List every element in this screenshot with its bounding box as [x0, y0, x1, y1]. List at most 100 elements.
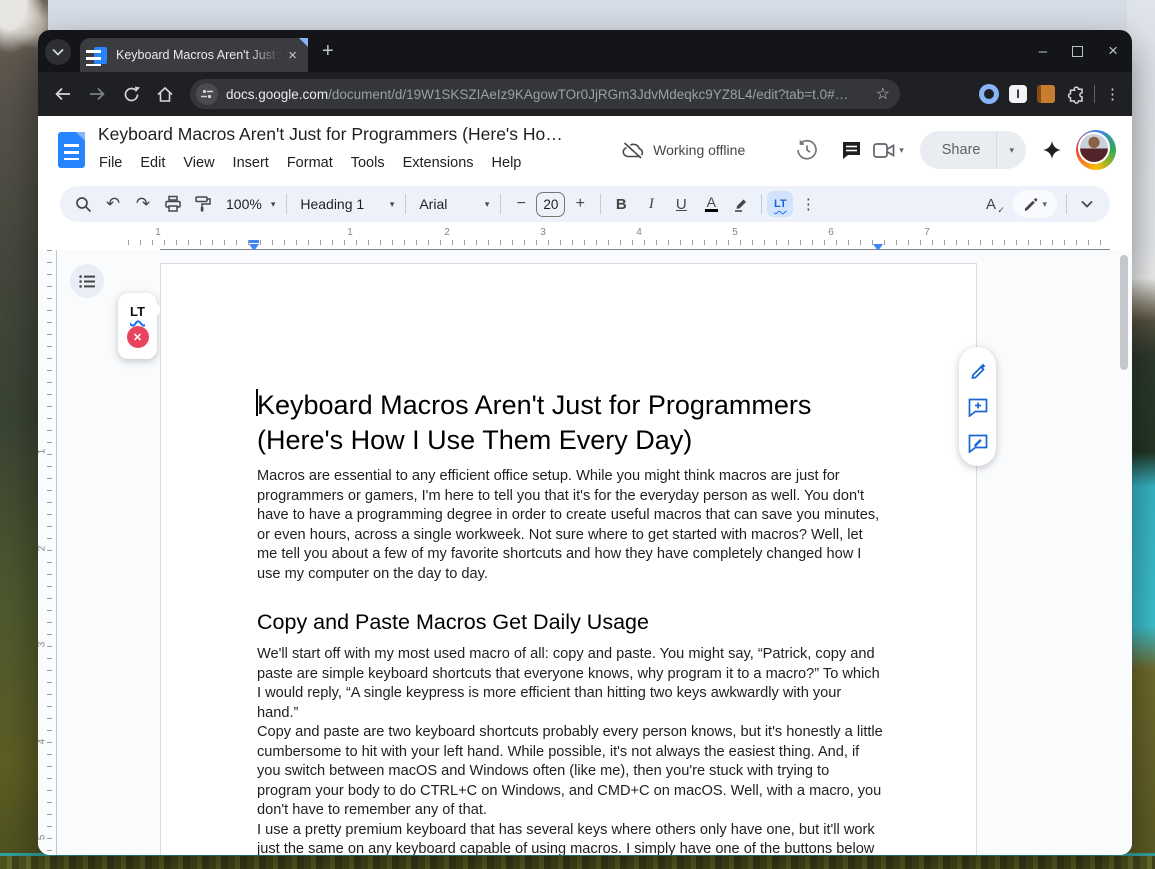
- chevron-down-icon: [1081, 200, 1093, 208]
- comment-icon: [841, 140, 862, 160]
- desktop: { "colors":{"accent_blue":"#1a73e8","doc…: [0, 0, 1155, 869]
- menu-file[interactable]: File: [90, 152, 131, 174]
- undo-button[interactable]: ↶: [98, 189, 128, 219]
- zoom-select[interactable]: 100% ▾: [218, 189, 281, 219]
- font-select[interactable]: Arial ▾: [411, 189, 495, 219]
- omnibox[interactable]: docs.google.com/document/d/19W1SKSZIAeIz…: [190, 79, 900, 109]
- editing-mode-button[interactable]: ▾: [1013, 190, 1057, 218]
- share-caret-icon[interactable]: ▾: [997, 145, 1026, 156]
- extensions-puzzle-icon[interactable]: [1065, 85, 1084, 104]
- toolbar-separator: [600, 194, 601, 214]
- document-paragraph[interactable]: We'll start off with my most used macro …: [257, 645, 884, 723]
- underline-button[interactable]: U: [666, 189, 696, 219]
- font-value: Arial: [417, 196, 449, 212]
- ruler-number: 5: [732, 227, 738, 238]
- ruler-number: 3: [540, 227, 546, 238]
- browser-tab[interactable]: Keyboard Macros Aren't Just fo ×: [80, 38, 308, 72]
- minimize-button[interactable]: –: [1039, 43, 1047, 60]
- tab-search-button[interactable]: [45, 39, 71, 65]
- version-history-button[interactable]: [785, 139, 829, 161]
- toolbar-separator: [500, 194, 501, 214]
- maximize-button[interactable]: [1072, 46, 1083, 57]
- more-tools-button[interactable]: ⋮: [793, 189, 823, 219]
- window-controls: – ×: [1039, 30, 1118, 72]
- suggest-edits-icon[interactable]: [968, 434, 988, 453]
- caret-down-icon[interactable]: ▾: [899, 145, 904, 156]
- show-outline-button[interactable]: [70, 264, 104, 298]
- spelling-check-button[interactable]: A✓: [979, 189, 1009, 219]
- highlighter-icon: [732, 195, 750, 213]
- address-bar: docs.google.com/document/d/19W1SKSZIAeIz…: [38, 72, 1132, 116]
- vertical-scrollbar-thumb[interactable]: [1120, 255, 1128, 370]
- reload-button[interactable]: [114, 86, 148, 103]
- password-manager-extension-icon[interactable]: [979, 84, 999, 104]
- horizontal-ruler: 1 1 2 3 4 5 6 7: [38, 226, 1132, 250]
- site-info-button[interactable]: [196, 83, 218, 105]
- zoom-value: 100%: [224, 196, 264, 212]
- paint-roller-icon: [194, 195, 212, 213]
- notebook-extension-icon[interactable]: [1037, 85, 1055, 103]
- forward-button[interactable]: [80, 87, 114, 101]
- account-avatar[interactable]: [1076, 130, 1116, 170]
- menu-view[interactable]: View: [174, 152, 223, 174]
- document-heading-1[interactable]: Keyboard Macros Aren't Just for Programm…: [257, 388, 884, 458]
- add-comment-icon[interactable]: [968, 398, 988, 417]
- document-page[interactable]: Keyboard Macros Aren't Just for Programm…: [160, 263, 977, 855]
- menu-help[interactable]: Help: [483, 152, 531, 174]
- document-heading-2[interactable]: Copy and Paste Macros Get Daily Usage: [257, 608, 884, 636]
- redo-button[interactable]: ↷: [128, 189, 158, 219]
- back-button[interactable]: [46, 87, 80, 101]
- print-button[interactable]: [158, 189, 188, 219]
- text-color-button[interactable]: A: [696, 189, 726, 219]
- document-paragraph[interactable]: Copy and paste are two keyboard shortcut…: [257, 723, 884, 821]
- share-button[interactable]: Share ▾: [920, 131, 1026, 169]
- caret-down-icon: ▾: [390, 199, 395, 210]
- menu-edit[interactable]: Edit: [131, 152, 174, 174]
- document-paragraph[interactable]: I use a pretty premium keyboard that has…: [257, 821, 884, 856]
- languagetool-toolbar-button[interactable]: LT: [767, 191, 793, 217]
- docs-logo[interactable]: [58, 132, 85, 168]
- comment-history-button[interactable]: [829, 140, 873, 160]
- search-menus-button[interactable]: [68, 189, 98, 219]
- url-text[interactable]: docs.google.com/document/d/19W1SKSZIAeIz…: [226, 87, 870, 102]
- hide-menus-button[interactable]: [1072, 189, 1102, 219]
- languagetool-widget[interactable]: LT ✕: [118, 293, 157, 359]
- new-tab-button[interactable]: +: [322, 43, 334, 60]
- browser-menu-icon[interactable]: ⋮: [1105, 85, 1120, 103]
- chevron-down-icon: [52, 48, 64, 56]
- menu-format[interactable]: Format: [278, 152, 342, 174]
- paragraph-styles-select[interactable]: Heading 1 ▾: [292, 189, 400, 219]
- bookmark-star-icon[interactable]: ☆: [876, 84, 890, 104]
- ruler-number: 2: [444, 227, 450, 238]
- document-paragraph[interactable]: Macros are essential to any efficient of…: [257, 467, 884, 584]
- tab-close-icon[interactable]: ×: [285, 48, 300, 63]
- bold-button[interactable]: B: [606, 189, 636, 219]
- decrease-font-size-button[interactable]: −: [506, 189, 536, 219]
- toolbar-separator: [761, 194, 762, 214]
- search-icon: [75, 196, 92, 213]
- menu-tools[interactable]: Tools: [342, 152, 394, 174]
- menu-insert[interactable]: Insert: [224, 152, 278, 174]
- menu-extensions[interactable]: Extensions: [394, 152, 483, 174]
- italic-button[interactable]: I: [636, 189, 666, 219]
- languagetool-error-badge[interactable]: ✕: [127, 326, 149, 348]
- ruler-number: 1: [38, 449, 47, 455]
- spellcheck-icon: A✓: [986, 196, 1003, 213]
- ruler-number: 4: [38, 739, 47, 745]
- paint-format-button[interactable]: [188, 189, 218, 219]
- increase-font-size-button[interactable]: +: [565, 189, 595, 219]
- close-button[interactable]: ×: [1108, 41, 1118, 61]
- document-text[interactable]: Keyboard Macros Aren't Just for Programm…: [257, 388, 884, 855]
- document-title[interactable]: Keyboard Macros Aren't Just for Programm…: [98, 124, 563, 145]
- gemini-button[interactable]: [1042, 140, 1062, 160]
- home-icon: [156, 86, 174, 103]
- home-button[interactable]: [148, 86, 182, 103]
- join-call-button[interactable]: ▾: [873, 143, 904, 158]
- i-extension-icon[interactable]: I: [1009, 85, 1027, 103]
- font-size-input[interactable]: 20: [536, 192, 565, 217]
- page-action-pill: [959, 347, 996, 466]
- browser-window: Keyboard Macros Aren't Just fo × + – × d…: [38, 30, 1132, 855]
- help-me-write-icon[interactable]: [968, 361, 988, 381]
- highlight-color-button[interactable]: [726, 189, 756, 219]
- print-icon: [164, 195, 182, 213]
